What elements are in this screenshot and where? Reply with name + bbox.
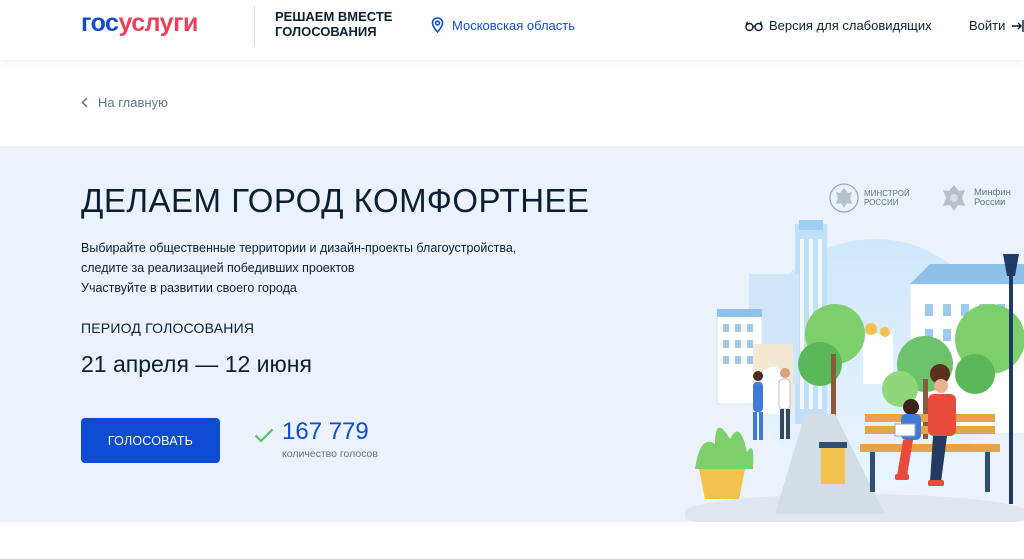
checkmark-icon [254,428,274,443]
chevron-left-icon [81,97,88,108]
glasses-icon [745,20,763,31]
voting-period-dates: 21 апреля — 12 июня [81,351,312,377]
hero-banner: ДЕЛАЕМ ГОРОД КОМФОРТНЕЕ Выбирайте общест… [0,146,1024,522]
login-arrow-icon [1012,19,1024,32]
minfin-logo: Минфин России [938,182,1011,214]
minstroy-logo: МИНСТРОЙ РОССИИ [828,182,910,214]
region-label: Московская область [452,17,576,33]
city-park-illustration [685,220,1024,522]
russia-emblem-icon [829,183,859,213]
header-divider [254,6,255,46]
login-link[interactable]: Войти [969,18,1024,33]
back-to-home-link[interactable]: На главную [81,95,168,110]
region-selector[interactable]: Московская область [431,17,575,33]
login-label: Войти [969,18,1006,33]
gosuslugi-logo[interactable]: госуслуги [81,9,198,38]
voting-period-label: ПЕРИОД ГОЛОСОВАНИЯ [81,320,255,336]
low-vision-label: Версия для слабовидящих [769,18,932,33]
hero-description: Выбирайте общественные территории и диза… [81,241,517,295]
vote-button[interactable]: ГОЛОСОВАТЬ [81,418,220,463]
location-pin-icon [431,17,444,33]
votes-count-label: количество голосов [282,448,378,460]
low-vision-link[interactable]: Версия для слабовидящих [745,18,932,33]
service-slogan: РЕШАЕМ ВМЕСТЕ ГОЛОСОВАНИЯ [275,9,393,39]
russia-emblem-icon [943,185,965,211]
votes-count: 167 779 [282,418,369,445]
back-label: На главную [98,95,168,110]
page-title: ДЕЛАЕМ ГОРОД КОМФОРТНЕЕ [81,182,590,219]
site-header: госуслуги РЕШАЕМ ВМЕСТЕ ГОЛОСОВАНИЯ Моск… [0,0,1024,60]
